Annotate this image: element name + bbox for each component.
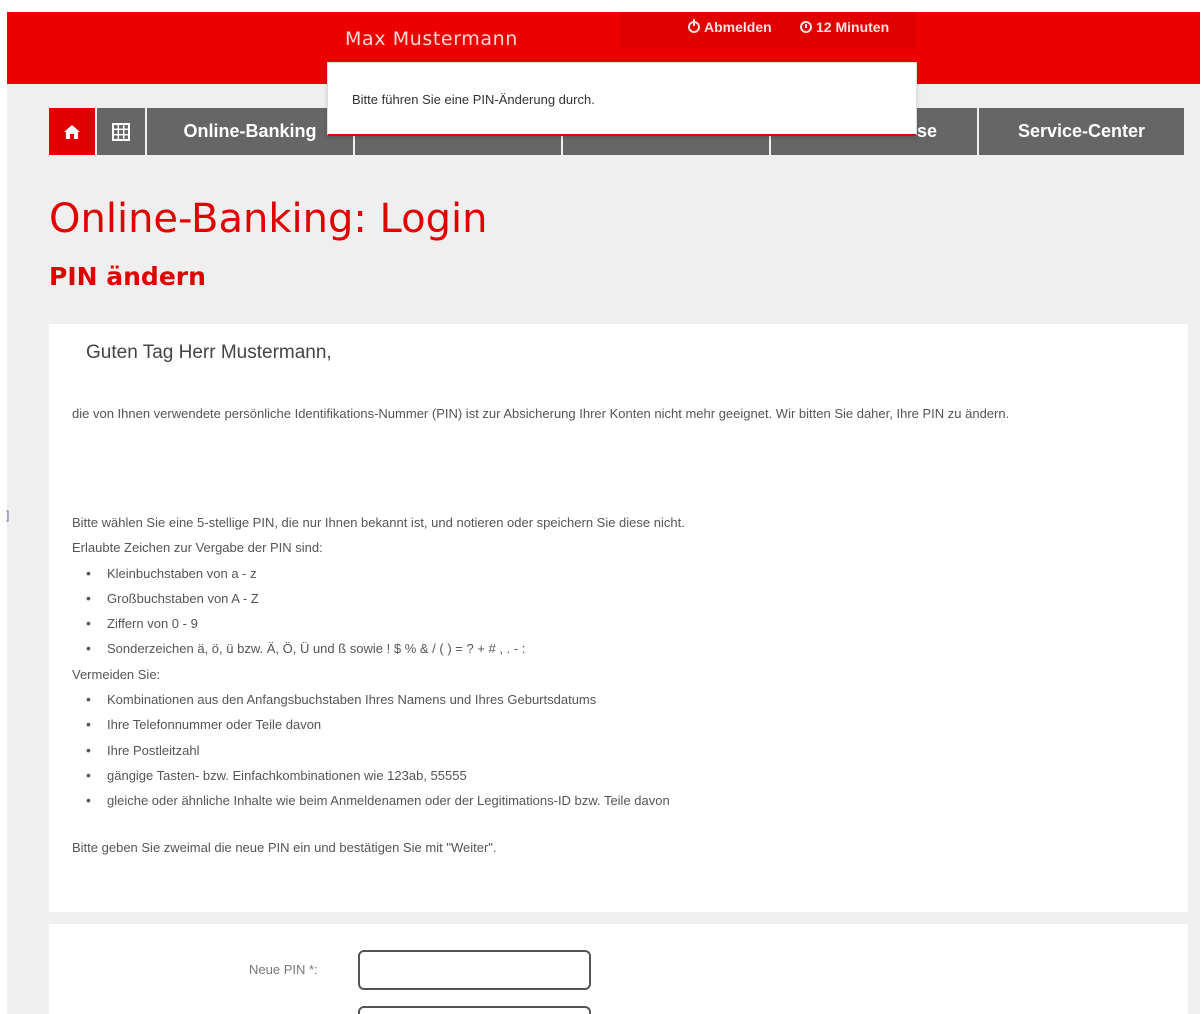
list-item: Sonderzeichen ä, ö, ü bzw. Ä, Ö, Ü und ß…	[72, 636, 1162, 662]
confirm-pin-input[interactable]	[358, 1006, 591, 1014]
nav-item-service-center[interactable]: Service-Center	[979, 108, 1184, 155]
session-timer: 12 Minuten	[800, 19, 889, 35]
pin-form: Neue PIN *:	[49, 924, 1188, 1014]
apps-grid-button[interactable]	[97, 108, 145, 155]
grid-icon	[112, 122, 130, 141]
list-item: Ihre Postleitzahl	[72, 738, 1162, 764]
popup-message: Bitte führen Sie eine PIN-Änderung durch…	[352, 92, 595, 107]
timer-label: 12 Minuten	[816, 19, 890, 35]
list-item: Großbuchstaben von A - Z	[72, 586, 1162, 612]
choose-pin-text: Bitte wählen Sie eine 5-stellige PIN, di…	[72, 515, 685, 530]
new-pin-input[interactable]	[358, 950, 591, 990]
nav-item-online-banking[interactable]: Online-Banking	[147, 108, 353, 155]
logout-button[interactable]: Abmelden	[688, 19, 772, 35]
greeting: Guten Tag Herr Mustermann,	[86, 342, 332, 363]
home-button[interactable]	[49, 108, 95, 155]
intro-text: die von Ihnen verwendete persönliche Ide…	[72, 406, 1010, 421]
power-icon	[688, 19, 700, 33]
page-title: Online-Banking: Login	[49, 196, 488, 242]
page-subtitle: PIN ändern	[49, 262, 206, 291]
list-item: Ziffern von 0 - 9	[72, 611, 1162, 637]
avoid-list: Kombinationen aus den Anfangsbuchstaben …	[72, 687, 1162, 814]
final-note: Bitte geben Sie zweimal die neue PIN ein…	[72, 840, 497, 855]
user-name: Max Mustermann	[345, 28, 518, 50]
list-item: Ihre Telefonnummer oder Teile davon	[72, 712, 1162, 738]
list-item: Kleinbuchstaben von a - z	[72, 561, 1162, 587]
allowed-heading: Erlaubte Zeichen zur Vergabe der PIN sin…	[72, 540, 323, 556]
info-panel: Guten Tag Herr Mustermann, die von Ihnen…	[49, 324, 1188, 912]
allowed-list: Kleinbuchstaben von a - z Großbuchstaben…	[72, 561, 1162, 662]
notification-popup: Bitte führen Sie eine PIN-Änderung durch…	[327, 62, 917, 136]
new-pin-label: Neue PIN *:	[249, 962, 318, 977]
pin-instructions: Bitte wählen Sie eine 5-stellige PIN, di…	[72, 510, 1162, 814]
list-item: gleiche oder ähnliche Inhalte wie beim A…	[72, 788, 1162, 814]
list-item: Kombinationen aus den Anfangsbuchstaben …	[72, 687, 1162, 713]
list-item: gängige Tasten- bzw. Einfachkombinatione…	[72, 763, 1162, 789]
clock-icon	[800, 21, 812, 33]
avoid-heading: Vermeiden Sie:	[72, 666, 161, 682]
edge-marker: ]	[6, 508, 10, 522]
logout-label: Abmelden	[704, 19, 772, 35]
home-icon	[64, 124, 80, 139]
